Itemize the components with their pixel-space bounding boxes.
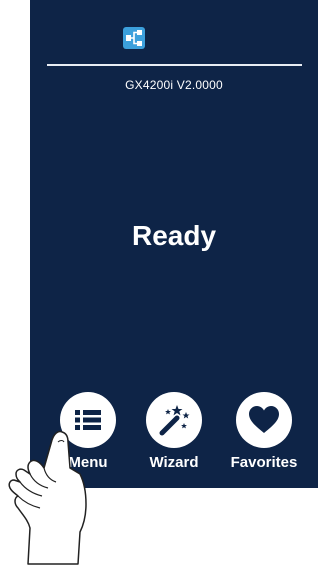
wizard-button-label: Wizard <box>149 454 199 471</box>
wizard-button[interactable]: Wizard <box>140 392 208 471</box>
wizard-button-circle[interactable] <box>146 392 202 448</box>
header-divider <box>47 64 302 66</box>
model-version-label: GX4200i V2.0000 <box>125 78 223 92</box>
favorites-button-circle[interactable] <box>236 392 292 448</box>
favorites-button[interactable]: Favorites <box>228 392 300 471</box>
printer-screen: GX4200i V2.0000 Ready Menu Wizard Favori… <box>30 0 318 488</box>
heart-icon <box>249 406 279 433</box>
pointing-hand-icon <box>8 430 87 565</box>
printer-status: Ready <box>131 220 217 251</box>
magic-wand-icon <box>159 405 190 436</box>
favorites-button-label: Favorites <box>230 454 298 471</box>
network-connection-icon <box>123 27 145 49</box>
